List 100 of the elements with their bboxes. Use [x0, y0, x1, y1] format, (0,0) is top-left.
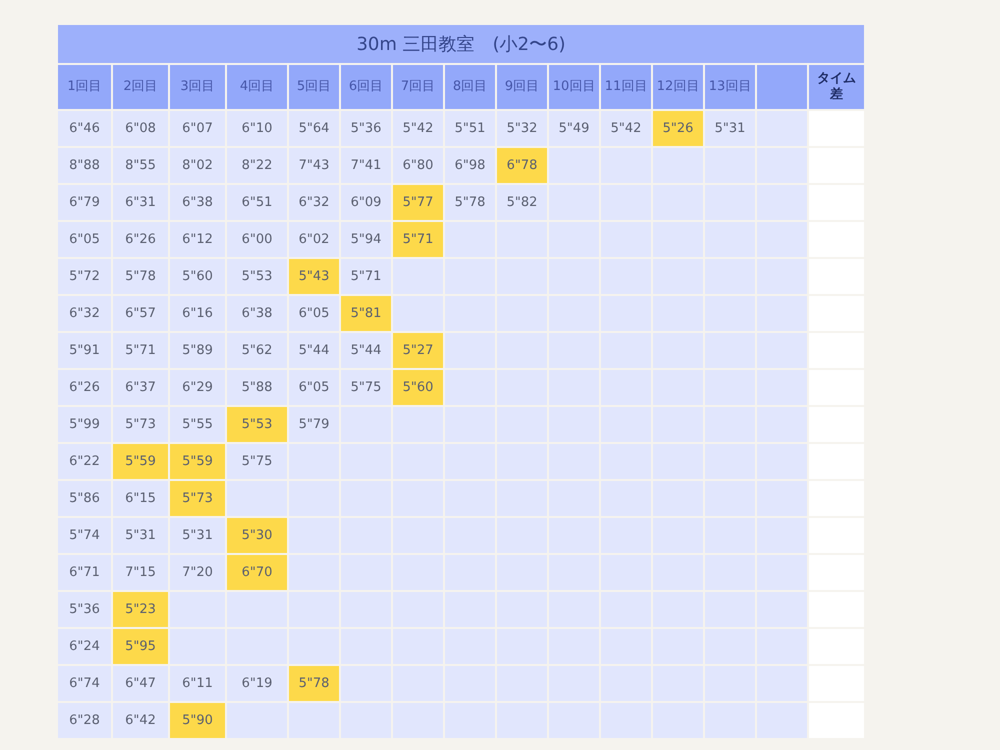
table-cell: 5"42: [393, 111, 443, 146]
table-cell: 5"72: [58, 259, 111, 294]
column-header: 10回目: [549, 65, 599, 109]
table-cell: 6"19: [227, 666, 287, 701]
column-header: 5回目: [289, 65, 339, 109]
table-cell: 6"16: [170, 296, 225, 331]
column-header: 9回目: [497, 65, 547, 109]
table-cell: 6"10: [227, 111, 287, 146]
table-cell: 5"23: [113, 592, 168, 627]
table-cell: 6"26: [113, 222, 168, 257]
column-header: 1回目: [58, 65, 111, 109]
table-cell: 5"91: [58, 333, 111, 368]
table-cell: 5"78: [445, 185, 495, 220]
table-cell: 5"27: [393, 333, 443, 368]
table-cell: 6"09: [341, 185, 391, 220]
table-cell: 5"73: [113, 407, 168, 442]
table-cell: 6"05: [289, 370, 339, 405]
table-cell: 5"36: [341, 111, 391, 146]
table-cell: 6"51: [227, 185, 287, 220]
table-cell: 6"47: [113, 666, 168, 701]
column-header: 11回目: [601, 65, 651, 109]
table-cell: 5"51: [445, 111, 495, 146]
table-cell: 8"88: [58, 148, 111, 183]
table-cell: 6"79: [58, 185, 111, 220]
column-header: 13回目: [705, 65, 755, 109]
table-cell: 6"80: [393, 148, 443, 183]
table-cell: 6"24: [58, 629, 111, 664]
table-cell: 7"43: [289, 148, 339, 183]
table-cell: 5"31: [705, 111, 755, 146]
table-cell: 6"74: [58, 666, 111, 701]
table-cell: 5"74: [58, 518, 111, 553]
table-cell: 5"30: [227, 518, 287, 553]
table-cell: 5"94: [341, 222, 391, 257]
table-cell: 5"60: [393, 370, 443, 405]
column-header: 6回目: [341, 65, 391, 109]
table-cell: 5"55: [170, 407, 225, 442]
table-cell: 6"26: [58, 370, 111, 405]
table-cell: 6"78: [497, 148, 547, 183]
table-cell: 7"20: [170, 555, 225, 590]
table-cell: 5"71: [113, 333, 168, 368]
table-cell: 5"44: [289, 333, 339, 368]
table-cell: 5"43: [289, 259, 339, 294]
table-cell: 5"59: [170, 444, 225, 479]
table-cell: 6"08: [113, 111, 168, 146]
table-cell: 5"64: [289, 111, 339, 146]
table-cell: 6"57: [113, 296, 168, 331]
table-cell: 6"37: [113, 370, 168, 405]
table-cell: 6"02: [289, 222, 339, 257]
column-header: [757, 65, 807, 109]
table-cell: 6"31: [113, 185, 168, 220]
table-cell: 5"31: [170, 518, 225, 553]
table-cell: 5"53: [227, 407, 287, 442]
table-cell: 5"36: [58, 592, 111, 627]
table-cell: 5"75: [341, 370, 391, 405]
table-cell: 5"71: [393, 222, 443, 257]
table-cell: 5"71: [341, 259, 391, 294]
column-header: 8回目: [445, 65, 495, 109]
column-header: 3回目: [170, 65, 225, 109]
table-cell: 5"75: [227, 444, 287, 479]
table-cell: 6"29: [170, 370, 225, 405]
column-header: 2回目: [113, 65, 168, 109]
column-header: 4回目: [227, 65, 287, 109]
table-cell: 8"22: [227, 148, 287, 183]
table-cell: 5"59: [113, 444, 168, 479]
table-cell: 5"88: [227, 370, 287, 405]
table-cell: 5"81: [341, 296, 391, 331]
table-cell: 6"46: [58, 111, 111, 146]
table-cell: 5"86: [58, 481, 111, 516]
table-cell: 5"62: [227, 333, 287, 368]
table-cell: 6"05: [289, 296, 339, 331]
table-cell: 6"38: [170, 185, 225, 220]
column-header: タイム差: [809, 65, 864, 109]
table-cell: 5"44: [341, 333, 391, 368]
table-cell: 6"38: [227, 296, 287, 331]
table-cell: 8"55: [113, 148, 168, 183]
table-cell: 5"60: [170, 259, 225, 294]
table-cell: 5"77: [393, 185, 443, 220]
table-cell: 5"82: [497, 185, 547, 220]
table-cell: 5"95: [113, 629, 168, 664]
table-cell: 5"78: [289, 666, 339, 701]
table-cell: 5"89: [170, 333, 225, 368]
table-cell: 6"22: [58, 444, 111, 479]
table-cell: 6"32: [289, 185, 339, 220]
table-cell: 8"02: [170, 148, 225, 183]
table-cell: 5"53: [227, 259, 287, 294]
table-cell: 6"42: [113, 703, 168, 738]
table-cell: 5"90: [170, 703, 225, 738]
table-cell: 7"41: [341, 148, 391, 183]
table-cell: 6"28: [58, 703, 111, 738]
table-cell: 6"00: [227, 222, 287, 257]
table-cell: 6"71: [58, 555, 111, 590]
table-cell: 6"15: [113, 481, 168, 516]
table-cell: 5"78: [113, 259, 168, 294]
table-cell: 5"32: [497, 111, 547, 146]
table-cell: 6"05: [58, 222, 111, 257]
table-cell: 6"98: [445, 148, 495, 183]
table-title: 30m 三田教室 (小2〜6): [58, 25, 864, 63]
table-cell: 5"99: [58, 407, 111, 442]
column-header: 12回目: [653, 65, 703, 109]
table-cell: 5"26: [653, 111, 703, 146]
